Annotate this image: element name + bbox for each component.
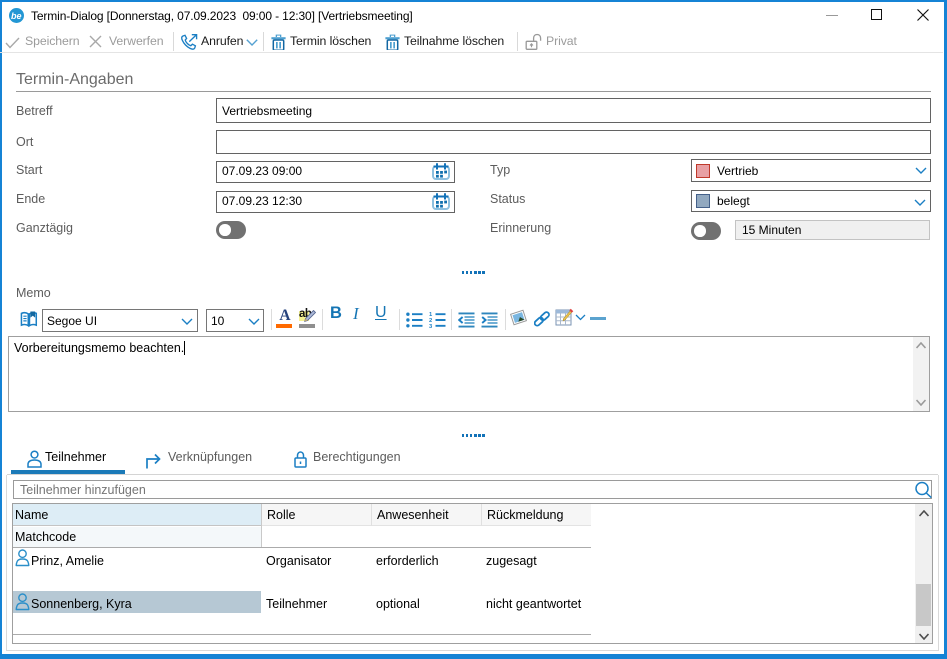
svg-text:3: 3: [429, 324, 433, 328]
